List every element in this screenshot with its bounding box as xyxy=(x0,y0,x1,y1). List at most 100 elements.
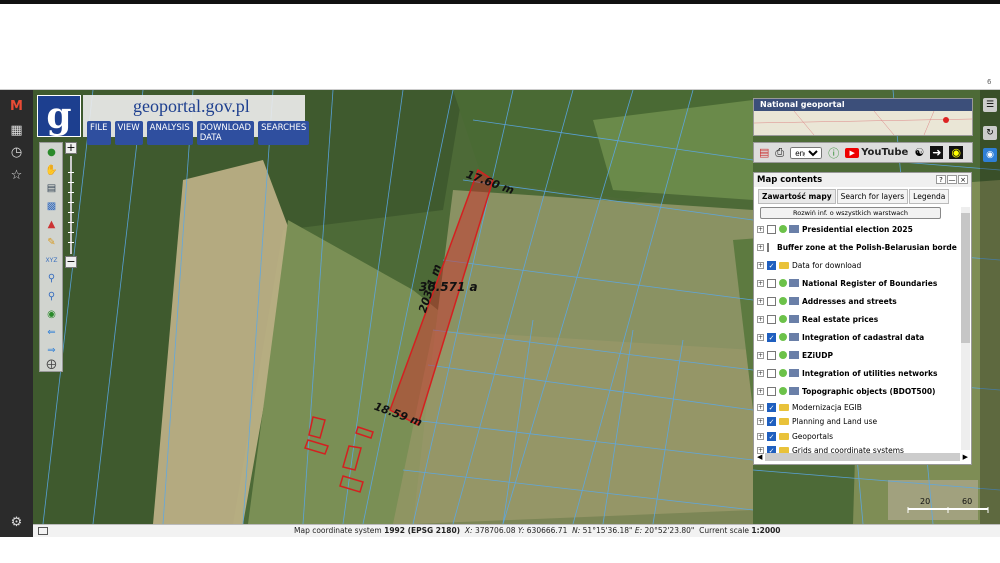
legend-icon[interactable]: ▤ xyxy=(44,182,59,196)
zoom-slider[interactable]: + − xyxy=(65,142,77,268)
layer-checkbox[interactable] xyxy=(767,224,776,234)
layer-row[interactable]: + ✓ Geoportals xyxy=(757,429,957,444)
x-label: X: xyxy=(464,526,473,535)
printer-icon[interactable]: ⎙ xyxy=(775,146,784,160)
expand-layer-icon[interactable]: + xyxy=(757,243,764,251)
back-arrow-icon[interactable]: ⇐ xyxy=(44,326,59,340)
print-area-icon[interactable]: ▩ xyxy=(44,200,59,214)
overview-map[interactable]: National geoportal xyxy=(753,98,973,136)
language-select[interactable]: eng xyxy=(790,146,823,159)
menu-view[interactable]: VIEW xyxy=(114,121,143,145)
scale-label-right: 60 xyxy=(962,497,973,506)
menu-analysis[interactable]: ANALYSIS xyxy=(146,121,193,145)
layer-checkbox[interactable]: ✓ xyxy=(767,260,776,270)
overview-thumbnail[interactable] xyxy=(753,110,973,136)
layer-row[interactable]: + Buffer zone at the Polish-Belarusian bo… xyxy=(757,238,957,256)
expand-layer-icon[interactable]: + xyxy=(757,387,764,395)
pan-icon[interactable]: ⨁ xyxy=(44,358,59,372)
layer-list-horizontal-scrollbar[interactable]: ◀ ▶ xyxy=(757,452,968,462)
status-icon[interactable] xyxy=(38,527,48,535)
history-icon[interactable]: ◷ xyxy=(8,144,25,161)
map-contents-panel: Map contents ? — × Zawartość mapy Search… xyxy=(753,172,972,465)
expand-layer-icon[interactable]: + xyxy=(757,225,764,233)
horizontal-scroll-track[interactable] xyxy=(765,453,960,461)
menu-searches[interactable]: SEARCHES xyxy=(258,121,310,145)
zoom-in-icon[interactable]: ⚲ xyxy=(44,272,59,286)
layer-list-vertical-scrollbar[interactable] xyxy=(961,207,970,450)
expand-layer-icon[interactable]: + xyxy=(757,403,764,411)
globe-icon[interactable]: ◉ xyxy=(44,308,59,322)
tab-search-layers[interactable]: Search for layers xyxy=(836,189,909,204)
minimize-button[interactable]: — xyxy=(947,175,957,184)
expand-layer-icon[interactable]: + xyxy=(757,351,764,359)
xyz-icon[interactable]: XYZ xyxy=(44,254,59,268)
layer-row[interactable]: + EZiUDP xyxy=(757,346,957,364)
sync-icon[interactable]: ↻ xyxy=(983,126,997,140)
zoom-minus-button[interactable]: − xyxy=(65,256,77,268)
scroll-right-icon[interactable]: ▶ xyxy=(963,453,968,461)
expand-layer-icon[interactable]: + xyxy=(757,432,764,440)
help-icon[interactable]: ⓘ xyxy=(828,145,839,161)
layer-checkbox[interactable]: ✓ xyxy=(767,431,776,441)
close-button[interactable]: × xyxy=(958,175,968,184)
layer-checkbox[interactable]: ✓ xyxy=(767,417,776,427)
layer-checkbox[interactable] xyxy=(767,386,776,396)
star-icon[interactable]: ☆ xyxy=(8,167,25,184)
layer-checkbox[interactable] xyxy=(767,368,776,378)
layer-checkbox[interactable]: ✓ xyxy=(767,332,776,342)
layer-checkbox[interactable] xyxy=(767,296,776,306)
expand-layer-icon[interactable]: + xyxy=(757,261,764,269)
expand-layer-icon[interactable]: + xyxy=(757,418,764,426)
identify-icon[interactable]: ✋ xyxy=(44,164,59,178)
forward-arrow-icon[interactable]: ⇒ xyxy=(44,344,59,358)
layer-row[interactable]: + ✓ Modernizacja EGIB xyxy=(757,400,957,415)
layer-row[interactable]: + Real estate prices xyxy=(757,310,957,328)
map-view[interactable]: 17.60 m 203.1 m 36.571 a 18.59 m g geopo… xyxy=(33,90,1000,524)
layer-row[interactable]: + ✓ Integration of cadastral data xyxy=(757,328,957,346)
expand-all-layers-button[interactable]: Rozwiń inf. o wszystkich warstwach xyxy=(760,207,941,219)
expand-layer-icon[interactable]: + xyxy=(757,297,764,305)
zoom-out-icon[interactable]: ⚲ xyxy=(44,290,59,304)
browser-sidebar: M ▦ ◷ ☆ ⚙ xyxy=(0,90,33,537)
layer-checkbox[interactable]: ✓ xyxy=(767,402,776,412)
expand-layer-icon[interactable]: + xyxy=(757,315,764,323)
draw-icon[interactable]: ▲ xyxy=(44,218,59,232)
expand-layer-icon[interactable]: + xyxy=(757,279,764,287)
layer-checkbox[interactable] xyxy=(767,314,776,324)
book-icon[interactable]: ▤ xyxy=(759,146,769,159)
layer-row[interactable]: + National Register of Boundaries xyxy=(757,274,957,292)
gmail-icon[interactable]: M xyxy=(8,98,25,115)
arrow-icon[interactable]: ➜ xyxy=(930,146,944,159)
info-icon[interactable]: ● xyxy=(44,146,59,160)
geoportal-logo[interactable]: g xyxy=(37,95,81,137)
zoom-plus-button[interactable]: + xyxy=(65,142,77,154)
wms-icon xyxy=(789,297,799,305)
scroll-left-icon[interactable]: ◀ xyxy=(757,453,762,461)
eye-icon[interactable]: ◉ xyxy=(949,146,964,159)
youtube-link[interactable]: ▶ YouTube xyxy=(845,147,908,158)
layer-row[interactable]: + Presidential election 2025 xyxy=(757,220,957,238)
expand-layer-icon[interactable]: + xyxy=(757,369,764,377)
layer-row[interactable]: + Addresses and streets xyxy=(757,292,957,310)
layers-icon[interactable]: ☰ xyxy=(983,98,997,112)
view-icon[interactable]: ◉ xyxy=(983,148,997,162)
save-icon[interactable]: ▦ xyxy=(8,122,25,139)
layer-row[interactable]: + Integration of utilities networks xyxy=(757,364,957,382)
tab-legend[interactable]: Legenda xyxy=(909,189,950,204)
pencil-icon[interactable]: ✎ xyxy=(44,236,59,250)
layer-row[interactable]: + ✓ Planning and Land use xyxy=(757,415,957,430)
layer-checkbox[interactable] xyxy=(767,278,776,288)
folder-icon xyxy=(779,418,789,426)
menu-download-data[interactable]: DOWNLOAD DATA xyxy=(196,121,255,145)
layer-row[interactable]: + ✓ Data for download xyxy=(757,256,957,274)
scroll-thumb[interactable] xyxy=(961,213,970,343)
tab-map-contents[interactable]: Zawartość mapy xyxy=(758,189,836,204)
accessibility-icon[interactable]: ☯ xyxy=(914,146,924,159)
layer-row[interactable]: + Topographic objects (BDOT500) xyxy=(757,382,957,400)
help-button[interactable]: ? xyxy=(936,175,946,184)
layer-checkbox[interactable] xyxy=(767,242,769,252)
layer-checkbox[interactable] xyxy=(767,350,776,360)
menu-file[interactable]: FILE xyxy=(87,121,111,145)
settings-icon[interactable]: ⚙ xyxy=(8,514,25,531)
expand-layer-icon[interactable]: + xyxy=(757,333,764,341)
